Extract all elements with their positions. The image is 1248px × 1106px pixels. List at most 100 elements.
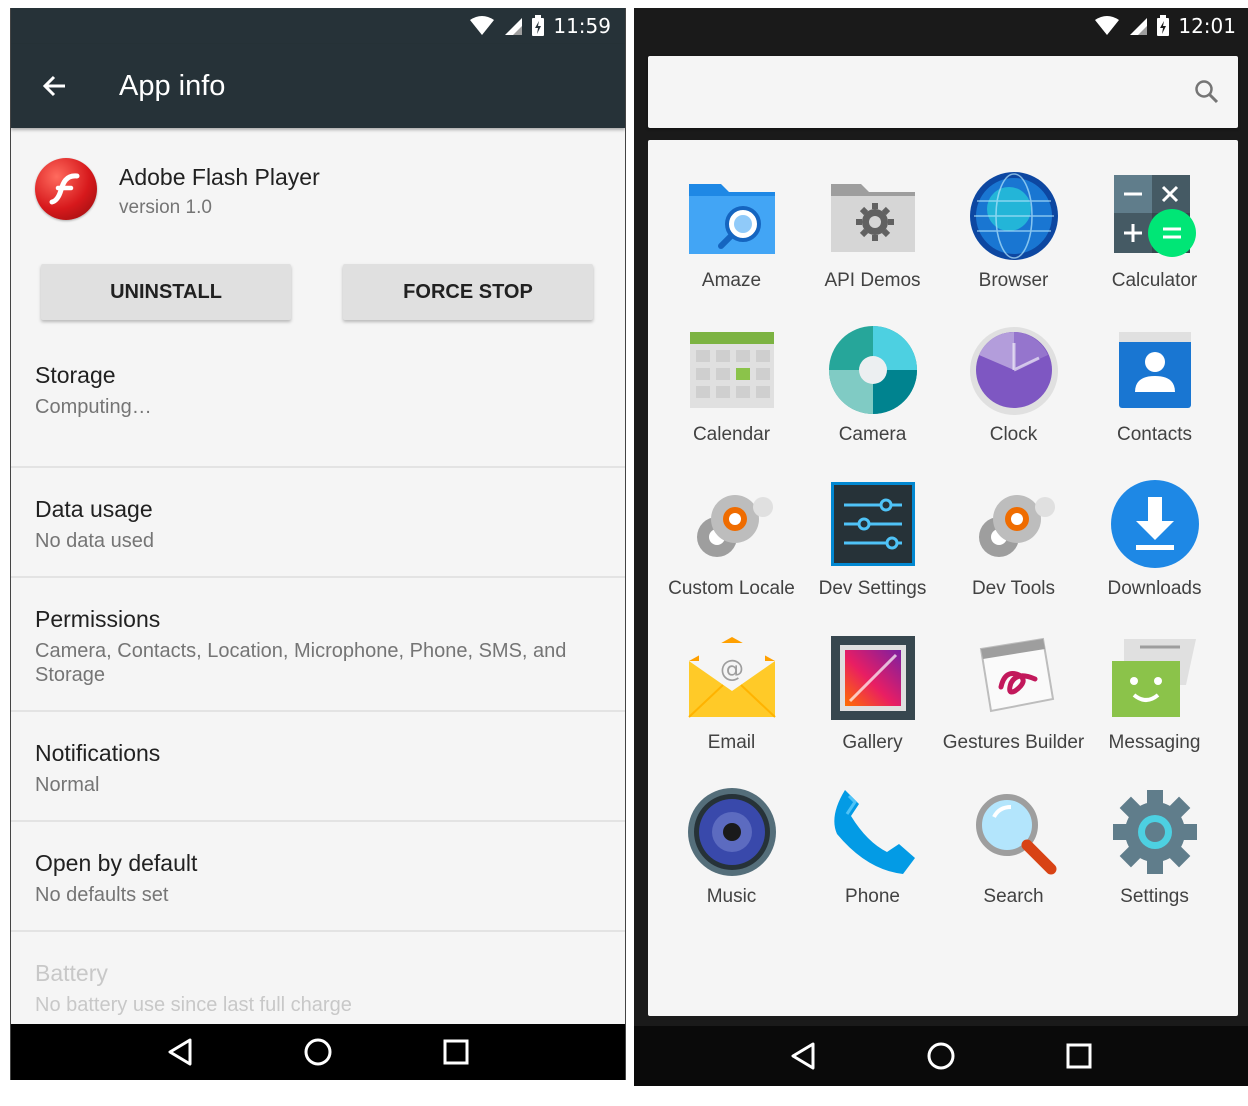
- dev-settings-icon: [827, 478, 919, 570]
- search-icon[interactable]: [1194, 79, 1220, 105]
- pref-open-by-default[interactable]: Open by default No defaults set: [11, 822, 625, 932]
- pref-storage[interactable]: Storage Computing…: [11, 358, 625, 468]
- app-gallery[interactable]: Gallery: [802, 632, 943, 786]
- camera-icon: [827, 324, 919, 416]
- battery-charging-icon: [1157, 15, 1170, 36]
- app-grid: Amaze API Demos Browser Calculator Calen…: [648, 170, 1238, 940]
- app-settings[interactable]: Settings: [1084, 786, 1225, 940]
- app-downloads[interactable]: Downloads: [1084, 478, 1225, 632]
- app-search[interactable]: Search: [943, 786, 1084, 940]
- app-label: API Demos: [824, 270, 921, 291]
- pref-subtitle: No battery use since last full charge: [35, 994, 352, 1016]
- status-time: 11:59: [553, 14, 611, 38]
- search-app-icon: [968, 786, 1060, 878]
- gallery-icon: [827, 632, 919, 724]
- pref-subtitle: Camera, Contacts, Location, Microphone, …: [35, 640, 567, 686]
- app-label: Calculator: [1111, 270, 1198, 291]
- battery-charging-icon: [532, 15, 545, 36]
- pref-title: Battery: [35, 960, 108, 986]
- nav-back-icon[interactable]: [783, 1036, 823, 1076]
- pref-subtitle: No data used: [35, 530, 154, 552]
- calendar-icon: [686, 324, 778, 416]
- force-stop-button[interactable]: FORCE STOP: [343, 264, 593, 320]
- messaging-icon: [1109, 632, 1201, 724]
- phone-icon: [827, 786, 919, 878]
- nav-home-icon[interactable]: [921, 1036, 961, 1076]
- gestures-builder-icon: [968, 632, 1060, 724]
- status-bar: 11:59: [11, 8, 625, 44]
- app-contacts[interactable]: Contacts: [1084, 324, 1225, 478]
- app-api-demos[interactable]: API Demos: [802, 170, 943, 324]
- pref-permissions[interactable]: Permissions Camera, Contacts, Location, …: [11, 578, 625, 712]
- app-label: Contacts: [1117, 424, 1192, 445]
- app-label: Dev Tools: [971, 578, 1056, 599]
- app-label: Camera: [838, 424, 907, 445]
- nav-back-icon[interactable]: [160, 1032, 200, 1072]
- browser-icon: [968, 170, 1060, 262]
- app-bar: App info: [11, 44, 625, 128]
- app-gestures-builder[interactable]: Gestures Builder: [943, 632, 1084, 786]
- navigation-bar: [11, 1024, 625, 1080]
- api-demos-icon: [827, 170, 919, 262]
- app-messaging[interactable]: Messaging: [1084, 632, 1225, 786]
- app-header: Adobe Flash Player version 1.0: [11, 128, 625, 258]
- app-label: Dev Settings: [818, 578, 927, 599]
- app-dev-tools[interactable]: Dev Tools: [943, 478, 1084, 632]
- navigation-bar: [634, 1026, 1248, 1086]
- nav-home-icon[interactable]: [298, 1032, 338, 1072]
- app-calculator[interactable]: Calculator: [1084, 170, 1225, 324]
- app-info-screen: 11:59 App info Adobe Flash Player versio…: [10, 8, 626, 1080]
- pref-notifications[interactable]: Notifications Normal: [11, 712, 625, 822]
- pref-subtitle: No defaults set: [35, 884, 169, 906]
- action-buttons: UNINSTALL FORCE STOP: [11, 258, 625, 358]
- contacts-icon: [1109, 324, 1201, 416]
- screenshot-root: 11:59 App info Adobe Flash Player versio…: [0, 0, 1248, 1106]
- status-time: 12:01: [1178, 14, 1236, 38]
- app-phone[interactable]: Phone: [802, 786, 943, 940]
- app-label: Gallery: [842, 732, 903, 753]
- pref-subtitle: Normal: [35, 774, 100, 796]
- app-browser[interactable]: Browser: [943, 170, 1084, 324]
- clock-icon: [968, 324, 1060, 416]
- app-label: Messaging: [1108, 732, 1201, 753]
- page-title: App info: [119, 69, 226, 102]
- settings-icon: [1109, 786, 1201, 878]
- custom-locale-icon: [686, 478, 778, 570]
- app-label: Music: [706, 886, 757, 907]
- email-icon: @: [686, 632, 778, 724]
- app-calendar[interactable]: Calendar: [661, 324, 802, 478]
- app-music[interactable]: Music: [661, 786, 802, 940]
- signal-icon: [1130, 18, 1148, 35]
- app-drawer: Amaze API Demos Browser Calculator Calen…: [648, 140, 1238, 1016]
- pref-title: Permissions: [35, 606, 161, 632]
- app-label: Custom Locale: [668, 578, 795, 599]
- app-amaze[interactable]: Amaze: [661, 170, 802, 324]
- app-label: Settings: [1120, 886, 1189, 907]
- svg-text:@: @: [720, 655, 744, 683]
- app-dev-settings[interactable]: Dev Settings: [802, 478, 943, 632]
- app-custom-locale[interactable]: Custom Locale: [661, 478, 802, 632]
- app-camera[interactable]: Camera: [802, 324, 943, 478]
- music-icon: [686, 786, 778, 878]
- flash-player-icon: [35, 158, 97, 220]
- nav-recents-icon[interactable]: [436, 1032, 476, 1072]
- app-label: Browser: [978, 270, 1049, 291]
- app-clock[interactable]: Clock: [943, 324, 1084, 478]
- app-label: Email: [707, 732, 756, 753]
- calculator-icon: [1109, 170, 1201, 262]
- wifi-icon: [1095, 16, 1120, 35]
- app-label: Clock: [989, 424, 1038, 445]
- app-email[interactable]: @ Email: [661, 632, 802, 786]
- signal-icon: [505, 18, 523, 35]
- pref-data-usage[interactable]: Data usage No data used: [11, 468, 625, 578]
- downloads-icon: [1109, 478, 1201, 570]
- app-label: Search: [983, 886, 1044, 907]
- back-arrow-icon[interactable]: [39, 70, 71, 102]
- app-version: version 1.0: [119, 197, 212, 218]
- nav-recents-icon[interactable]: [1059, 1036, 1099, 1076]
- dev-tools-icon: [968, 478, 1060, 570]
- uninstall-button[interactable]: UNINSTALL: [41, 264, 291, 320]
- app-search-bar[interactable]: [648, 56, 1238, 128]
- status-bar: 12:01: [634, 8, 1248, 44]
- app-label: Phone: [845, 886, 900, 907]
